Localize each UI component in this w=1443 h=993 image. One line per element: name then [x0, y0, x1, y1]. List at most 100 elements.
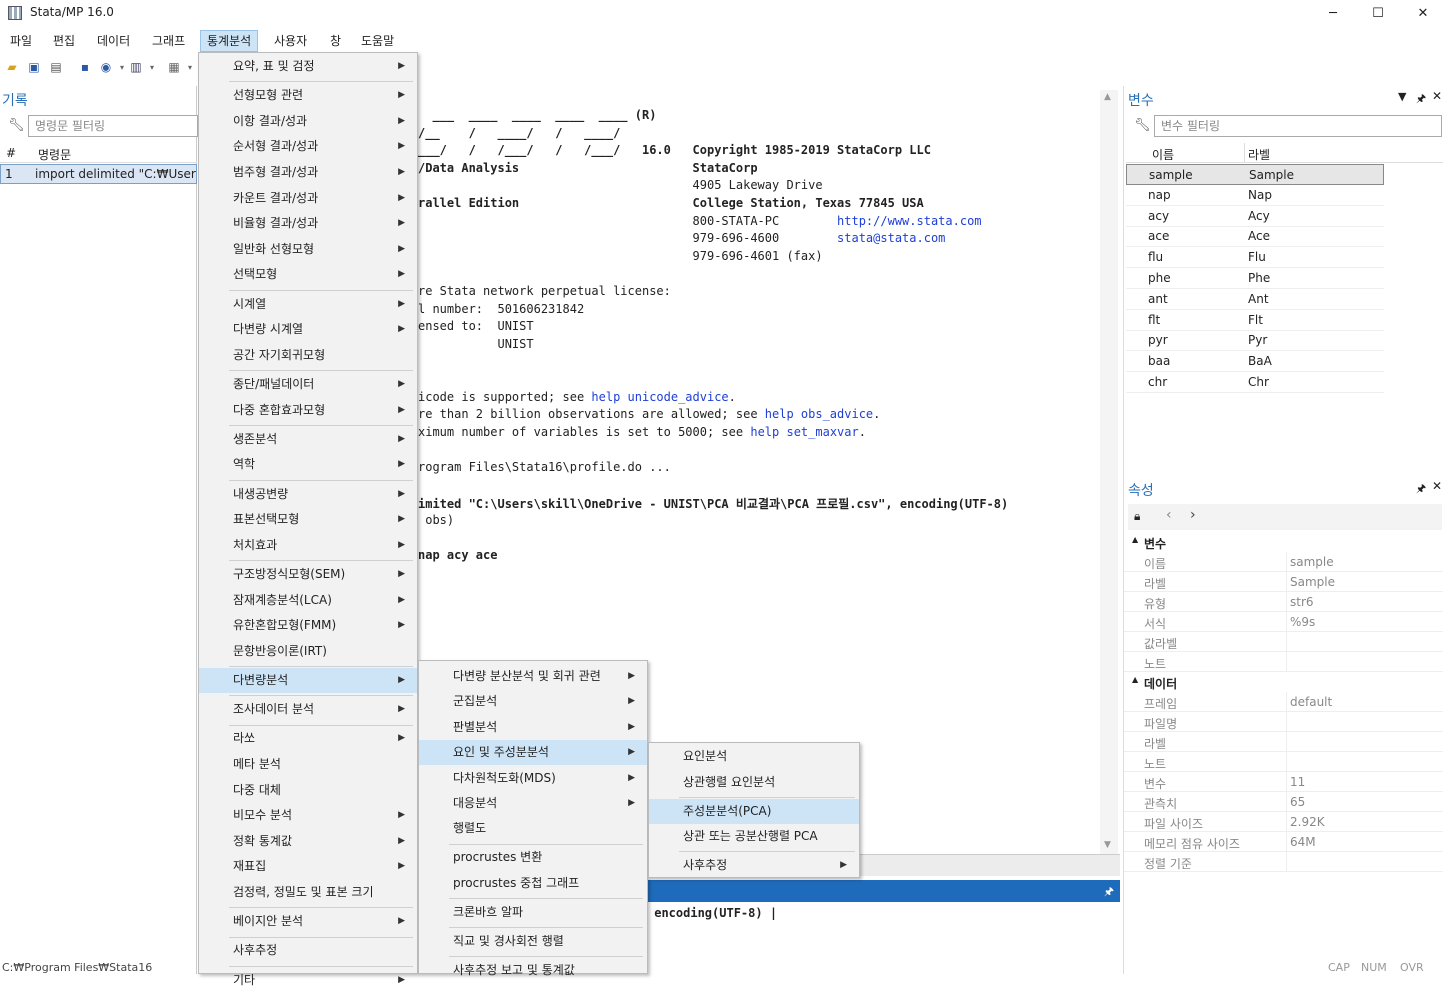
variable-row[interactable]: ace Ace: [1126, 226, 1384, 248]
variable-row[interactable]: flt Flt: [1126, 310, 1384, 331]
menu-item[interactable]: 요인분석: [649, 744, 859, 769]
menu-item[interactable]: 표본선택모형 ▶: [199, 507, 417, 532]
variable-row[interactable]: flu Flu: [1126, 247, 1384, 269]
menu-item[interactable]: 종단/패널데이터 ▶: [199, 372, 417, 397]
lock-icon[interactable]: 🔒︎: [1134, 509, 1140, 524]
menu-item[interactable]: 다변량분석 ▶: [199, 668, 417, 693]
property-row[interactable]: 노트: [1124, 752, 1443, 772]
forward-icon[interactable]: ›: [1190, 507, 1196, 523]
menu-item[interactable]: 순서형 결과/성과 ▶: [199, 134, 417, 159]
menu-item[interactable]: 구조방정식모형(SEM) ▶: [199, 562, 417, 587]
menu-item[interactable]: 요약, 표 및 검정 ▶: [199, 54, 417, 79]
property-row[interactable]: 유형 str6: [1124, 592, 1443, 612]
menu-item[interactable]: 역학 ▶: [199, 452, 417, 477]
menu-item[interactable]: 시계열 ▶: [199, 292, 417, 317]
property-row[interactable]: 관측치 65: [1124, 792, 1443, 812]
property-row[interactable]: 노트: [1124, 652, 1443, 672]
wrench-icon[interactable]: 🔧︎: [8, 118, 25, 133]
menu-file[interactable]: 파일: [4, 30, 38, 52]
menu-item[interactable]: procrustes 변환: [419, 845, 647, 870]
close-panel-icon[interactable]: ✕: [1432, 89, 1442, 103]
menu-edit[interactable]: 편집: [47, 30, 81, 52]
menu-item[interactable]: 정확 통계값 ▶: [199, 829, 417, 854]
menu-item[interactable]: 군집분석 ▶: [419, 689, 647, 714]
menu-item[interactable]: 범주형 결과/성과 ▶: [199, 160, 417, 185]
menu-item[interactable]: 판별분석 ▶: [419, 715, 647, 740]
menu-item[interactable]: 사후추정 ▶: [649, 853, 859, 878]
property-row[interactable]: 파일 사이즈 2.92K: [1124, 812, 1443, 832]
menu-item[interactable]: 재표집 ▶: [199, 854, 417, 879]
print-icon[interactable]: ▤: [48, 59, 64, 75]
pin-icon[interactable]: 🖈︎: [1416, 90, 1426, 109]
menu-item[interactable]: 행렬도: [419, 816, 647, 841]
minimize-button[interactable]: ─: [1310, 0, 1356, 26]
menu-item[interactable]: 다차원척도화(MDS) ▶: [419, 766, 647, 791]
menu-item[interactable]: 메타 분석: [199, 752, 417, 777]
menu-item[interactable]: 생존분석 ▶: [199, 427, 417, 452]
menu-item[interactable]: 다변량 시계열 ▶: [199, 317, 417, 342]
property-row[interactable]: 라벨: [1124, 732, 1443, 752]
variable-row[interactable]: pyr Pyr: [1126, 330, 1384, 352]
close-panel-icon[interactable]: ✕: [1432, 479, 1442, 493]
menu-help[interactable]: 도움말: [355, 30, 400, 52]
menu-item[interactable]: 문항반응이론(IRT): [199, 639, 417, 664]
history-filter-input[interactable]: 명령문 필터링: [28, 115, 198, 137]
graph-icon[interactable]: ▥: [128, 59, 144, 75]
wrench-icon[interactable]: 🔧︎: [1134, 118, 1151, 133]
property-row[interactable]: 변수 11: [1124, 772, 1443, 792]
menu-item[interactable]: 크론바흐 알파: [419, 900, 647, 925]
property-row[interactable]: 프레임 default: [1124, 692, 1443, 712]
dofile-icon[interactable]: ▦: [166, 59, 182, 75]
menu-item[interactable]: 요인 및 주성분분석 ▶: [419, 740, 647, 766]
menu-item[interactable]: 다중 대체: [199, 778, 417, 803]
menu-item[interactable]: 처치효과 ▶: [199, 533, 417, 558]
menu-item[interactable]: 직교 및 경사회전 행렬: [419, 929, 647, 954]
menu-item[interactable]: 다변량 분산분석 및 회귀 관련 ▶: [419, 664, 647, 689]
menu-item[interactable]: 베이지안 분석 ▶: [199, 909, 417, 934]
back-icon[interactable]: ‹: [1166, 507, 1172, 523]
collapse-icon[interactable]: ▲: [1132, 675, 1138, 684]
pin-icon[interactable]: 🖈︎: [1416, 480, 1426, 499]
menu-item[interactable]: 내생공변량 ▶: [199, 482, 417, 507]
menu-item[interactable]: 조사데이터 분석 ▶: [199, 697, 417, 722]
menu-item[interactable]: 비율형 결과/성과 ▶: [199, 211, 417, 236]
menu-item[interactable]: 주성분분석(PCA): [649, 798, 859, 824]
variable-row[interactable]: ant Ant: [1126, 289, 1384, 310]
variable-row[interactable]: phe Phe: [1126, 268, 1384, 289]
menu-window[interactable]: 창: [324, 30, 347, 52]
property-row[interactable]: 서식 %9s: [1124, 612, 1443, 632]
property-row[interactable]: 파일명: [1124, 712, 1443, 732]
menu-item[interactable]: 유한혼합모형(FMM) ▶: [199, 613, 417, 638]
scroll-up-icon[interactable]: ▲: [1104, 92, 1111, 102]
menu-item[interactable]: 다중 혼합효과모형 ▶: [199, 398, 417, 423]
viewer-icon[interactable]: ◉: [98, 59, 114, 75]
property-row[interactable]: 메모리 점유 사이즈 64M: [1124, 832, 1443, 852]
variable-row[interactable]: sample Sample: [1126, 164, 1384, 185]
menu-graphics[interactable]: 그래프: [146, 30, 191, 52]
menu-item[interactable]: 선형모형 관련 ▶: [199, 83, 417, 108]
variable-row[interactable]: baa BaA: [1126, 351, 1384, 373]
menu-item[interactable]: 대응분석 ▶: [419, 791, 647, 816]
property-row[interactable]: 이름 sample: [1124, 552, 1443, 572]
menu-item[interactable]: procrustes 중첩 그래프: [419, 871, 647, 896]
property-group[interactable]: ▲ 데이터: [1124, 672, 1443, 692]
pin-icon[interactable]: 🖈︎: [1104, 883, 1114, 902]
menu-statistics[interactable]: 통계분석: [200, 30, 259, 52]
log-icon[interactable]: ▪: [77, 59, 93, 75]
variables-filter-input[interactable]: 변수 필터링: [1154, 115, 1442, 137]
property-row[interactable]: 값라벨: [1124, 632, 1443, 652]
close-button[interactable]: ✕: [1400, 0, 1443, 26]
menu-user[interactable]: 사용자: [268, 30, 313, 52]
menu-item[interactable]: 검정력, 정밀도 및 표본 크기: [199, 880, 417, 905]
collapse-icon[interactable]: ▲: [1132, 535, 1138, 544]
menu-item[interactable]: 상관행렬 요인분석: [649, 770, 859, 795]
property-group[interactable]: ▲ 변수: [1124, 532, 1443, 552]
graph-dropdown-icon[interactable]: ▾: [144, 59, 160, 75]
menu-item[interactable]: 일반화 선형모형 ▶: [199, 237, 417, 262]
menu-item[interactable]: 잠재계층분석(LCA) ▶: [199, 588, 417, 613]
variable-row[interactable]: acy Acy: [1126, 206, 1384, 227]
scroll-down-icon[interactable]: ▼: [1104, 840, 1111, 850]
filter-icon[interactable]: ▼: [1398, 90, 1406, 103]
menu-data[interactable]: 데이터: [91, 30, 136, 52]
menu-item[interactable]: 상관 또는 공분산행렬 PCA: [649, 824, 859, 849]
